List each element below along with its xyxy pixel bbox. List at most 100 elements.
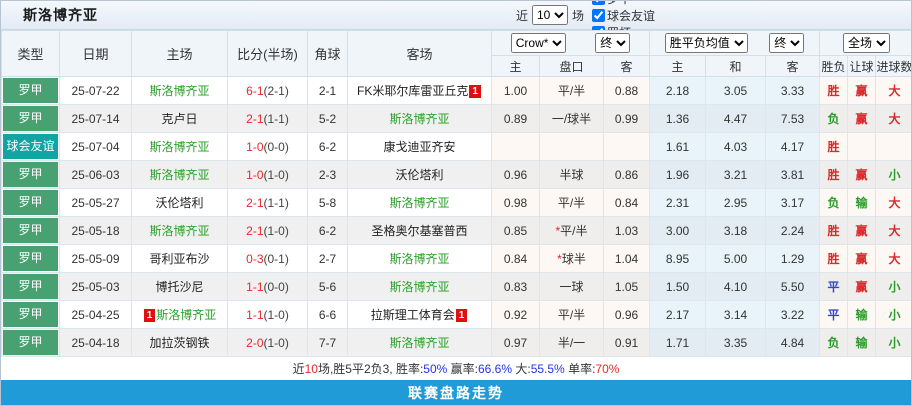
cell-ah-line [540,133,604,161]
team-link[interactable]: 斯洛博齐亚 [389,196,449,210]
match-row: 罗甲25-04-251斯洛博齐亚1-1(1-0)6-6拉斯理工体育会10.92平… [2,301,912,329]
match-row: 罗甲25-05-27沃伦塔利2-1(1-1)5-8斯洛博齐亚0.98平/半0.8… [2,189,912,217]
cell-eu-home-odds: 8.95 [650,245,706,273]
cell-league-type: 罗甲 [2,77,60,105]
cell-ah-line: 平/半 [540,77,604,105]
summary-segment: 大: [512,360,531,377]
cell-ah-away-odds: 0.88 [604,77,650,105]
cell-ah-home-odds: 0.85 [492,217,540,245]
cell-result-handicap: 赢 [848,105,876,133]
red-card-badge: 1 [469,85,481,98]
scope-select[interactable]: 全场 [843,33,890,53]
team-link[interactable]: 斯洛博齐亚 [149,168,209,182]
team-link[interactable]: FK米耶尔库雷亚丘克 [357,84,468,98]
cell-result-handicap: 赢 [848,161,876,189]
cell-home-team: 加拉茨钢铁 [132,329,228,357]
cell-result-wdl: 胜 [820,161,848,189]
cell-result-wdl: 平 [820,273,848,301]
team-link[interactable]: 康戈迪亚齐安 [383,140,455,154]
team-link[interactable]: 斯洛博齐亚 [389,280,449,294]
cell-eu-draw-odds: 4.47 [706,105,766,133]
team-link[interactable]: 拉斯理工体育会 [371,308,455,322]
cell-eu-away-odds: 3.22 [766,301,820,329]
cell-ah-away-odds [604,133,650,161]
europe-odds-select[interactable]: 胜平负均值 [665,33,748,53]
cell-eu-draw-odds: 2.95 [706,189,766,217]
filter-checkbox[interactable] [592,0,605,5]
fulltime-score: 2-0 [246,336,263,350]
team-link[interactable]: 斯洛博齐亚 [389,112,449,126]
cell-eu-draw-odds: 3.14 [706,301,766,329]
team-link[interactable]: 圣格奥尔基塞普西 [371,224,467,238]
team-link[interactable]: 斯洛博齐亚 [389,336,449,350]
cell-away-team: 斯洛博齐亚 [348,189,492,217]
cell-corners: 2-7 [308,245,348,273]
recent-count-select[interactable]: 10 [532,5,568,25]
cell-result-goals: 大 [876,245,912,273]
filter-checkbox[interactable] [592,9,605,22]
halftime-score: (1-1) [264,196,289,210]
cell-corners: 2-3 [308,161,348,189]
team-link[interactable]: 克卢日 [161,112,197,126]
summary-segment: 66.6% [478,362,512,376]
cell-home-team: 沃伦塔利 [132,189,228,217]
cell-corners: 5-8 [308,189,348,217]
team-link[interactable]: 斯洛博齐亚 [149,84,209,98]
red-card-badge: 1 [144,309,156,322]
team-link[interactable]: 沃伦塔利 [395,168,443,182]
cell-score: 2-1(1-1) [228,189,308,217]
cell-score: 1-1(1-0) [228,301,308,329]
league-trend-label: 联赛盘路走势 [408,383,504,403]
halftime-score: (1-0) [264,336,289,350]
cell-eu-home-odds: 1.96 [650,161,706,189]
cell-corners: 6-2 [308,133,348,161]
filter-option[interactable]: 球会友谊 [588,7,655,24]
cell-eu-away-odds: 3.81 [766,161,820,189]
cell-score: 6-1(2-1) [228,77,308,105]
cell-result-wdl: 胜 [820,217,848,245]
eu-stage-select[interactable]: 终 [769,33,804,53]
cell-ah-line: *平/半 [540,217,604,245]
cell-eu-home-odds: 1.36 [650,105,706,133]
cell-away-team: 斯洛博齐亚 [348,105,492,133]
cell-eu-away-odds: 3.33 [766,77,820,105]
bookmaker-select[interactable]: Crow* [511,33,566,53]
team-link[interactable]: 哥利亚布沙 [149,252,209,266]
cell-league-type: 罗甲 [2,161,60,189]
cell-away-team: 康戈迪亚齐安 [348,133,492,161]
cell-league-type: 罗甲 [2,105,60,133]
cell-eu-away-odds: 4.84 [766,329,820,357]
ah-stage-select[interactable]: 终 [595,33,630,53]
cell-league-type: 罗甲 [2,273,60,301]
match-row: 罗甲25-07-22斯洛博齐亚6-1(2-1)2-1FK米耶尔库雷亚丘克11.0… [2,77,912,105]
cell-eu-draw-odds: 3.05 [706,77,766,105]
cell-result-goals: 大 [876,189,912,217]
team-link[interactable]: 斯洛博齐亚 [389,252,449,266]
cell-ah-away-odds: 1.05 [604,273,650,301]
team-link[interactable]: 加拉茨钢铁 [149,336,209,350]
cell-ah-home-odds: 0.83 [492,273,540,301]
match-row: 罗甲25-07-14克卢日2-1(1-1)5-2斯洛博齐亚0.89一/球半0.9… [2,105,912,133]
recent-label: 近 [516,7,528,24]
summary-segment: 50% [423,362,447,376]
cell-date: 25-07-14 [60,105,132,133]
cell-corners: 5-6 [308,273,348,301]
cell-ah-home-odds: 0.98 [492,189,540,217]
fulltime-score: 6-1 [246,84,263,98]
team-link[interactable]: 斯洛博齐亚 [149,140,209,154]
cell-ah-home-odds [492,133,540,161]
team-title: 斯洛博齐亚 [23,5,98,25]
league-type-badge: 罗甲 [3,190,58,215]
team-link[interactable]: 斯洛博齐亚 [156,308,216,322]
league-type-badge: 球会友谊 [3,134,58,159]
summary-segment: 10 [305,362,318,376]
cell-eu-away-odds: 5.50 [766,273,820,301]
team-link[interactable]: 沃伦塔利 [155,196,203,210]
fulltime-score: 0-3 [246,252,263,266]
summary-segment: 近 [293,360,305,377]
col-header-eu-home: 主 [650,56,706,77]
cell-eu-home-odds: 3.00 [650,217,706,245]
team-link[interactable]: 斯洛博齐亚 [149,224,209,238]
cell-score: 1-1(0-0) [228,273,308,301]
team-link[interactable]: 博托沙尼 [155,280,203,294]
